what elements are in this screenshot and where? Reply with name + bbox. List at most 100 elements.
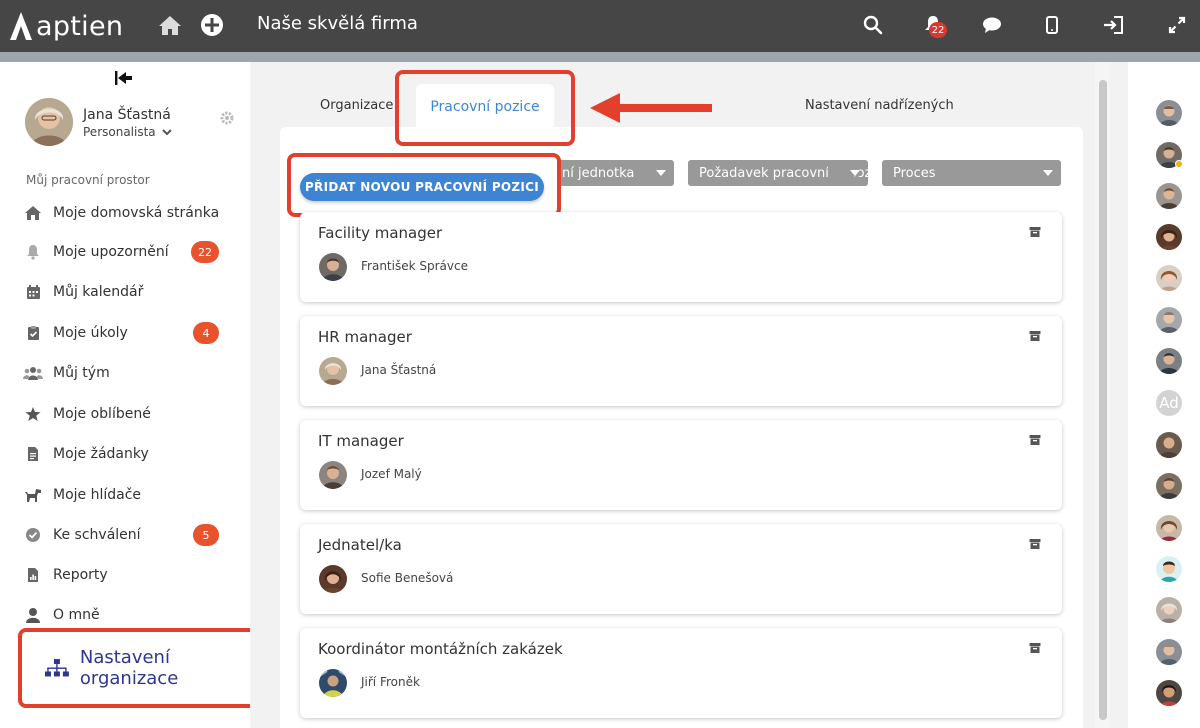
colleague-avatar[interactable] [1156, 556, 1182, 582]
organization-settings-label: Nastavení organizace [79, 647, 179, 689]
company-name[interactable]: Naše skvělá firma [257, 13, 418, 34]
colleague-avatar[interactable] [1156, 224, 1182, 250]
position-title[interactable]: IT manager [318, 432, 404, 450]
tab-nastaveni-nadrizenych[interactable]: Nastavení nadřízených [805, 98, 954, 113]
collapse-sidebar-icon[interactable] [113, 70, 133, 86]
tab-pracovni-pozice[interactable]: Pracovní pozice [416, 84, 554, 130]
sidebar-item-label: Moje úkoly [53, 325, 128, 341]
user-role-label: Personalista [83, 125, 156, 139]
colleague-avatar-initials[interactable]: Ad [1156, 390, 1182, 416]
gear-icon[interactable] [220, 111, 234, 125]
sidebar-item-favorites[interactable]: Moje oblíbené [22, 400, 232, 428]
search-icon[interactable] [860, 12, 886, 38]
avatar[interactable] [319, 253, 347, 281]
colleague-avatar[interactable] [1156, 265, 1182, 291]
online-status-dot [1175, 160, 1183, 168]
chevron-down-icon [161, 128, 172, 135]
sidebar-item-notifications[interactable]: Moje upozornění 22 [22, 238, 232, 266]
fullscreen-icon[interactable] [1164, 12, 1190, 38]
avatar[interactable] [319, 357, 347, 385]
sidebar-item-calendar[interactable]: Můj kalendář [22, 278, 232, 306]
sidebar-item-team[interactable]: Můj tým [22, 359, 232, 387]
bell-icon [22, 241, 44, 263]
caret-down-icon [850, 170, 860, 176]
colleague-avatar[interactable] [1156, 100, 1182, 126]
unit-filter-select[interactable]: ní jednotka [552, 160, 674, 186]
colleague-avatar[interactable] [1156, 348, 1182, 374]
avatar[interactable] [319, 461, 347, 489]
position-title[interactable]: HR manager [318, 328, 412, 346]
logout-icon[interactable] [1100, 12, 1126, 38]
archive-icon[interactable] [1029, 330, 1041, 342]
sidebar-item-requests[interactable]: Moje žádanky [22, 440, 232, 468]
add-position-button[interactable]: PŘIDAT NOVOU PRACOVNÍ POZICI [300, 173, 544, 201]
position-holder-name[interactable]: František Správce [361, 259, 468, 273]
colleague-avatar[interactable] [1156, 307, 1182, 333]
position-holder-name[interactable]: Jiří Froněk [361, 675, 420, 689]
position-card[interactable]: HR manager Jana Šťastná [300, 316, 1062, 406]
position-card[interactable]: IT manager Jozef Malý [300, 420, 1062, 510]
sidebar-item-watchers[interactable]: Moje hlídače [22, 481, 232, 509]
sidebar-item-reports[interactable]: Reporty [22, 561, 232, 589]
position-title[interactable]: Jednatel/ka [318, 536, 402, 554]
sidebar-item-label: Reporty [53, 567, 108, 583]
caret-down-icon [656, 170, 666, 176]
highlight-arrow-icon [590, 93, 712, 123]
process-filter-select[interactable]: Proces [882, 160, 1061, 186]
position-holder-name[interactable]: Jana Šťastná [361, 363, 436, 377]
tab-organizace[interactable]: Organizace [320, 98, 393, 113]
star-icon [22, 403, 44, 425]
add-circle-icon[interactable] [199, 12, 225, 38]
scrollbar-thumb[interactable] [1099, 80, 1107, 720]
sidebar-item-label: O mně [53, 607, 100, 623]
archive-icon[interactable] [1029, 538, 1041, 550]
workspace-section-title: Můj pracovní prostor [26, 173, 150, 187]
colleague-avatar[interactable] [1156, 597, 1182, 623]
team-icon [22, 362, 44, 384]
sidebar-item-label: Můj kalendář [53, 284, 144, 300]
position-holder-name[interactable]: Sofie Benešová [361, 571, 453, 585]
sidebar-item-approvals[interactable]: Ke schválení 5 [22, 521, 232, 549]
request-filter-select[interactable]: Požadavek pracovních pozic [688, 160, 868, 186]
sidebar-item-label: Ke schválení [53, 527, 141, 543]
user-role-dropdown[interactable]: Personalista [83, 125, 172, 139]
archive-icon[interactable] [1029, 434, 1041, 446]
chat-icon[interactable] [979, 12, 1005, 38]
home-icon[interactable] [157, 12, 183, 38]
unit-filter-label: ní jednotka [562, 165, 635, 181]
caret-down-icon [1043, 170, 1053, 176]
sidebar-item-label: Moje žádanky [53, 446, 149, 462]
archive-icon[interactable] [1029, 642, 1041, 654]
position-holder-name[interactable]: Jozef Malý [361, 467, 422, 481]
user-avatar[interactable] [25, 98, 73, 146]
sidebar-item-label: Moje oblíbené [53, 406, 151, 422]
colleague-avatar[interactable] [1156, 639, 1182, 665]
colleague-avatar[interactable] [1156, 473, 1182, 499]
user-name[interactable]: Jana Šťastná [83, 107, 171, 123]
avatar[interactable] [319, 669, 347, 697]
sidebar-item-tasks[interactable]: Moje úkoly 4 [22, 319, 232, 347]
sidebar-item-about-me[interactable]: O mně [22, 601, 232, 629]
position-card[interactable]: Facility manager František Správce [300, 212, 1062, 302]
header-divider [0, 52, 1200, 62]
colleague-avatar[interactable] [1156, 680, 1182, 706]
calendar-icon [22, 281, 44, 303]
mobile-icon[interactable] [1039, 12, 1065, 38]
position-card[interactable]: Jednatel/ka Sofie Benešová [300, 524, 1062, 614]
position-title[interactable]: Facility manager [318, 224, 442, 242]
avatar[interactable] [319, 565, 347, 593]
tasks-count-badge: 4 [193, 322, 219, 344]
approvals-count-badge: 5 [193, 524, 219, 546]
position-title[interactable]: Koordinátor montážních zakázek [318, 640, 563, 658]
sidebar-item-label: Moje hlídače [53, 487, 142, 503]
position-card[interactable]: Koordinátor montážních zakázek Jiří Fron… [300, 628, 1062, 718]
logo-mark-icon [10, 12, 32, 40]
aptien-logo[interactable]: aptien [8, 8, 123, 44]
sidebar-item-home[interactable]: Moje domovská stránka [22, 199, 232, 227]
notification-count-badge[interactable]: 22 [929, 22, 947, 38]
colleague-avatar[interactable] [1156, 183, 1182, 209]
colleague-avatar[interactable] [1156, 515, 1182, 541]
archive-icon[interactable] [1029, 226, 1041, 238]
sidebar-item-organization-settings[interactable]: Nastavení organizace [18, 628, 277, 708]
colleague-avatar[interactable] [1156, 432, 1182, 458]
